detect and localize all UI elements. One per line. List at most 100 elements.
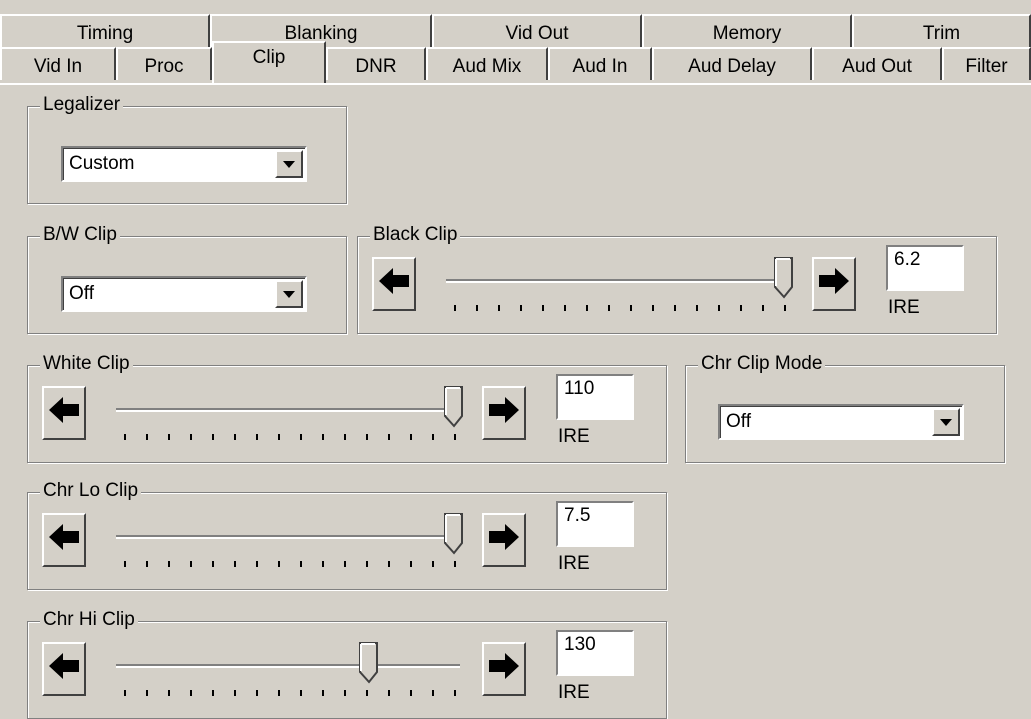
slider-tick bbox=[762, 305, 764, 311]
tab-timing[interactable]: Timing bbox=[0, 14, 210, 47]
slider-tick bbox=[432, 561, 434, 567]
chr-hi-clip-label: Chr Hi Clip bbox=[40, 609, 138, 631]
chr-hi-clip-unit: IRE bbox=[558, 682, 590, 703]
tab-clip[interactable]: Clip bbox=[212, 41, 326, 83]
white-clip-decrement-button[interactable] bbox=[42, 386, 86, 440]
chr-lo-clip-value-field[interactable]: 7.5 bbox=[556, 501, 634, 547]
legalizer-group: Legalizer Custom bbox=[27, 94, 347, 204]
bw-clip-label: B/W Clip bbox=[40, 224, 120, 246]
black-clip-slider-ticks bbox=[446, 305, 790, 311]
legalizer-label: Legalizer bbox=[40, 94, 124, 116]
slider-tick bbox=[190, 690, 192, 696]
slider-tick bbox=[278, 434, 280, 440]
chr-lo-clip-group: Chr Lo Clip 7.5 IRE bbox=[27, 480, 667, 590]
bw-clip-select[interactable]: Off bbox=[61, 276, 307, 312]
slider-tick bbox=[410, 690, 412, 696]
white-clip-slider-thumb[interactable] bbox=[444, 386, 464, 428]
black-clip-group: Black Clip 6.2 IRE bbox=[357, 224, 997, 334]
white-clip-slider[interactable] bbox=[116, 386, 463, 440]
slider-tick bbox=[432, 690, 434, 696]
slider-tick bbox=[388, 561, 390, 567]
chr-hi-clip-slider-thumb[interactable] bbox=[359, 642, 379, 684]
black-clip-label: Black Clip bbox=[370, 224, 461, 246]
slider-tick bbox=[278, 561, 280, 567]
slider-tick bbox=[278, 690, 280, 696]
black-clip-decrement-button[interactable] bbox=[372, 257, 416, 311]
chr-lo-clip-slider-track bbox=[116, 535, 460, 539]
chr-hi-clip-slider-track bbox=[116, 664, 460, 668]
right-arrow-icon bbox=[487, 522, 521, 558]
chr-clip-mode-label: Chr Clip Mode bbox=[698, 353, 826, 375]
slider-tick bbox=[674, 305, 676, 311]
slider-tick bbox=[410, 434, 412, 440]
white-clip-increment-button[interactable] bbox=[482, 386, 526, 440]
slider-tick bbox=[718, 305, 720, 311]
left-arrow-icon bbox=[47, 651, 81, 687]
slider-tick bbox=[124, 434, 126, 440]
chevron-down-icon[interactable] bbox=[275, 150, 303, 178]
bw-clip-value: Off bbox=[69, 283, 94, 304]
tab-filter[interactable]: Filter bbox=[942, 47, 1031, 80]
chr-lo-clip-slider-thumb[interactable] bbox=[444, 513, 464, 555]
slider-tick bbox=[300, 434, 302, 440]
black-clip-increment-button[interactable] bbox=[812, 257, 856, 311]
tab-memory[interactable]: Memory bbox=[642, 14, 852, 47]
chr-lo-clip-slider-ticks bbox=[116, 561, 460, 567]
tab-aud-delay[interactable]: Aud Delay bbox=[652, 47, 812, 80]
slider-tick bbox=[388, 690, 390, 696]
slider-tick bbox=[542, 305, 544, 311]
slider-tick bbox=[322, 690, 324, 696]
tab-proc[interactable]: Proc bbox=[116, 47, 212, 80]
slider-tick bbox=[696, 305, 698, 311]
slider-tick bbox=[344, 434, 346, 440]
slider-tick bbox=[146, 434, 148, 440]
slider-tick bbox=[322, 434, 324, 440]
slider-tick bbox=[212, 434, 214, 440]
black-clip-slider-track bbox=[446, 279, 790, 283]
chr-lo-clip-slider[interactable] bbox=[116, 513, 463, 567]
chr-hi-clip-decrement-button[interactable] bbox=[42, 642, 86, 696]
chr-clip-mode-value: Off bbox=[726, 411, 751, 432]
tab-vid-in[interactable]: Vid In bbox=[0, 47, 116, 80]
chr-hi-clip-increment-button[interactable] bbox=[482, 642, 526, 696]
slider-tick bbox=[784, 305, 786, 311]
tab-aud-in[interactable]: Aud In bbox=[548, 47, 652, 80]
slider-tick bbox=[652, 305, 654, 311]
chr-clip-mode-group: Chr Clip Mode Off bbox=[685, 353, 1005, 463]
chevron-down-icon[interactable] bbox=[275, 280, 303, 308]
chevron-down-icon[interactable] bbox=[932, 408, 960, 436]
slider-tick bbox=[212, 690, 214, 696]
black-clip-value-field[interactable]: 6.2 bbox=[886, 245, 964, 291]
chr-hi-clip-slider[interactable] bbox=[116, 642, 460, 696]
tab-dnr[interactable]: DNR bbox=[326, 47, 426, 80]
slider-tick bbox=[300, 690, 302, 696]
white-clip-slider-ticks bbox=[116, 434, 460, 440]
tab-aud-mix[interactable]: Aud Mix bbox=[426, 47, 548, 80]
slider-tick bbox=[212, 561, 214, 567]
chr-clip-mode-select[interactable]: Off bbox=[718, 404, 964, 440]
tab-vid-out[interactable]: Vid Out bbox=[432, 14, 642, 47]
slider-tick bbox=[234, 434, 236, 440]
tab-aud-out[interactable]: Aud Out bbox=[812, 47, 942, 80]
tab-trim[interactable]: Trim bbox=[852, 14, 1031, 47]
slider-tick bbox=[168, 561, 170, 567]
white-clip-value-field[interactable]: 110 bbox=[556, 374, 634, 420]
slider-tick bbox=[630, 305, 632, 311]
chr-hi-clip-value-field[interactable]: 130 bbox=[556, 630, 634, 676]
slider-tick bbox=[410, 561, 412, 567]
legalizer-select[interactable]: Custom bbox=[61, 146, 307, 182]
chr-lo-clip-decrement-button[interactable] bbox=[42, 513, 86, 567]
slider-tick bbox=[454, 690, 456, 696]
slider-tick bbox=[124, 561, 126, 567]
left-arrow-icon bbox=[377, 266, 411, 302]
white-clip-unit: IRE bbox=[558, 426, 590, 447]
tab-row-top: Timing Blanking Vid Out Memory Trim bbox=[0, 14, 1031, 47]
slider-tick bbox=[168, 690, 170, 696]
slider-tick bbox=[454, 305, 456, 311]
slider-tick bbox=[608, 305, 610, 311]
white-clip-slider-track bbox=[116, 408, 460, 412]
black-clip-slider-thumb[interactable] bbox=[774, 257, 794, 299]
chr-lo-clip-increment-button[interactable] bbox=[482, 513, 526, 567]
black-clip-slider[interactable] bbox=[446, 257, 793, 311]
bw-clip-group: B/W Clip Off bbox=[27, 224, 347, 334]
